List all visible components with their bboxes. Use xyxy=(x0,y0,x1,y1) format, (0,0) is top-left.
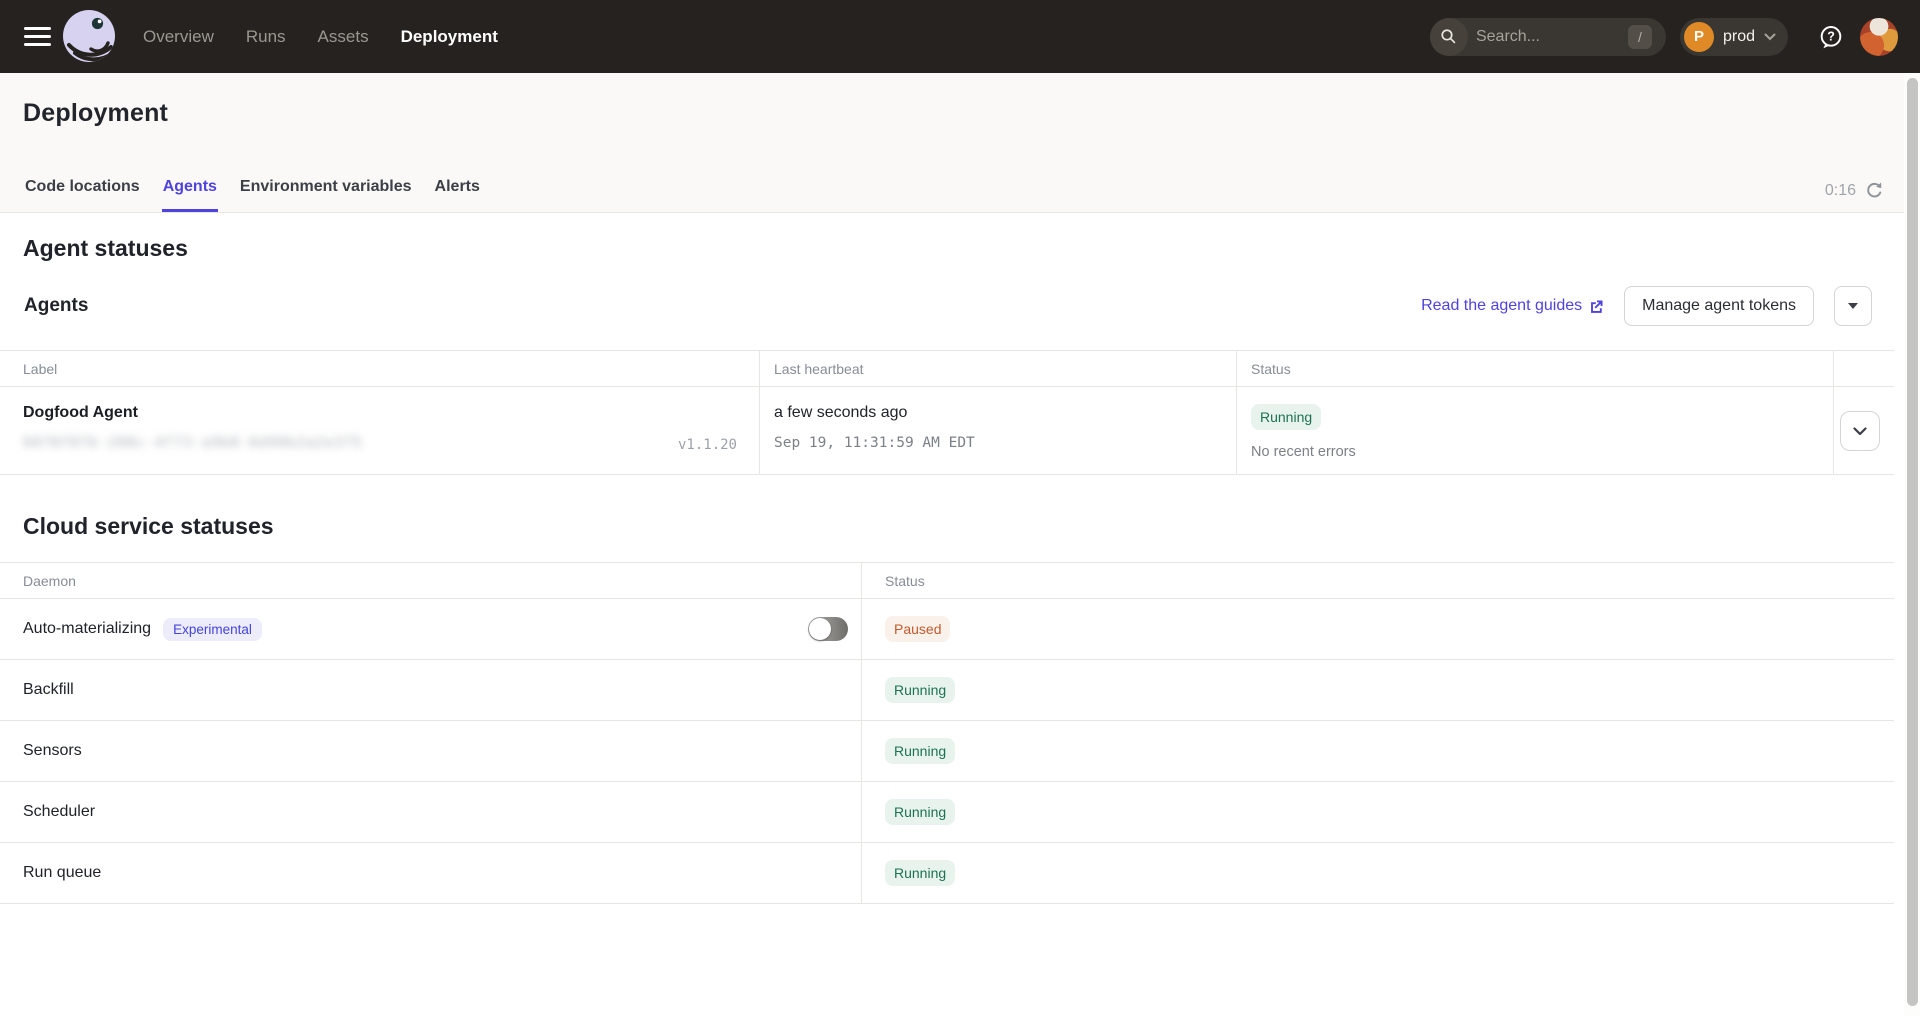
tab-environment-variables[interactable]: Environment variables xyxy=(239,178,413,212)
agent-name: Dogfood Agent xyxy=(23,404,759,422)
manage-agent-tokens-button[interactable]: Manage agent tokens xyxy=(1624,286,1814,326)
daemon-cell: Backfill xyxy=(0,660,861,720)
col-last-heartbeat: Last heartbeat xyxy=(759,351,1236,386)
agent-guides-link-label: Read the agent guides xyxy=(1421,297,1582,315)
experimental-badge: Experimental xyxy=(163,618,262,641)
agents-more-menu-button[interactable] xyxy=(1834,286,1872,326)
deployment-initial-badge: P xyxy=(1684,22,1714,52)
expand-agent-row-button[interactable] xyxy=(1840,411,1880,451)
cloud-table-header: Daemon Status xyxy=(0,562,1894,599)
daemon-name: Scheduler xyxy=(23,803,95,821)
agents-table-header: Label Last heartbeat Status xyxy=(0,350,1894,387)
page-header: Deployment Code locations Agents Environ… xyxy=(0,73,1920,213)
status-badge: Running xyxy=(885,799,955,825)
svg-text:?: ? xyxy=(1827,29,1835,43)
scrollbar-thumb[interactable] xyxy=(1907,78,1918,1006)
col-expand xyxy=(1833,351,1894,386)
deployment-switcher-label: prod xyxy=(1723,28,1755,46)
search-box[interactable]: / xyxy=(1430,18,1666,56)
cloud-row-sensors: Sensors Running xyxy=(0,721,1894,782)
daemon-cell: Scheduler xyxy=(0,782,861,842)
status-badge: Running xyxy=(885,860,955,886)
daemon-cell: Auto-materializing Experimental xyxy=(0,599,861,659)
agent-guides-link[interactable]: Read the agent guides xyxy=(1421,297,1604,315)
status-badge: Running xyxy=(885,677,955,703)
daemon-name: Sensors xyxy=(23,742,82,760)
help-icon[interactable]: ? xyxy=(1818,24,1844,50)
cloud-service-statuses-heading: Cloud service statuses xyxy=(0,475,1920,540)
daemon-cell: Run queue xyxy=(0,843,861,903)
agent-status-cell: Running No recent errors xyxy=(1236,387,1833,474)
status-cell: Running xyxy=(861,843,1894,903)
search-icon xyxy=(1430,18,1468,56)
agent-statuses-heading: Agent statuses xyxy=(0,213,1920,262)
tab-bar: Code locations Agents Environment variab… xyxy=(24,178,481,212)
tab-agents[interactable]: Agents xyxy=(162,178,218,212)
top-nav: Overview Runs Assets Deployment / P prod… xyxy=(0,0,1920,73)
auto-materializing-toggle[interactable] xyxy=(808,617,848,641)
nav-item-overview[interactable]: Overview xyxy=(143,27,214,47)
nav-item-runs[interactable]: Runs xyxy=(246,27,286,47)
chevron-down-icon xyxy=(1764,33,1776,41)
status-cell: Running xyxy=(861,782,1894,842)
daemon-name: Auto-materializing xyxy=(23,620,151,638)
nav-item-deployment[interactable]: Deployment xyxy=(401,27,498,47)
agent-id-redacted: 6078f07b-208c-4f73-a9b8-0d90b2a2e375 xyxy=(23,435,759,451)
cloud-row-run-queue: Run queue Running xyxy=(0,843,1894,904)
deployment-switcher[interactable]: P prod xyxy=(1680,18,1788,56)
agent-heartbeat-cell: a few seconds ago Sep 19, 11:31:59 AM ED… xyxy=(759,387,1236,474)
refresh-icon[interactable] xyxy=(1865,181,1884,200)
status-badge: Running xyxy=(885,738,955,764)
cloud-row-scheduler: Scheduler Running xyxy=(0,782,1894,843)
refresh-zone: 0:16 xyxy=(1825,181,1884,200)
page-title: Deployment xyxy=(0,73,1920,128)
vertical-scrollbar[interactable] xyxy=(1904,73,1920,1016)
external-link-icon xyxy=(1589,299,1604,314)
status-cell: Paused xyxy=(861,599,1894,659)
daemon-cell: Sensors xyxy=(0,721,861,781)
agents-table: Label Last heartbeat Status Dogfood Agen… xyxy=(0,350,1894,475)
status-cell: Running xyxy=(861,660,1894,720)
refresh-timer: 0:16 xyxy=(1825,182,1856,200)
agent-expand-cell xyxy=(1833,387,1894,474)
agent-version: v1.1.20 xyxy=(678,437,737,453)
nav-item-assets[interactable]: Assets xyxy=(318,27,369,47)
col-status: Status xyxy=(861,563,1894,598)
col-daemon: Daemon xyxy=(0,563,861,598)
primary-nav: Overview Runs Assets Deployment xyxy=(143,27,498,47)
agents-subheading: Agents xyxy=(24,295,88,317)
cloud-services-table: Daemon Status Auto-materializing Experim… xyxy=(0,562,1894,904)
main-content: Agent statuses Agents Read the agent gui… xyxy=(0,213,1920,904)
user-avatar[interactable] xyxy=(1860,18,1898,56)
agents-toolbar: Agents Read the agent guides Manage agen… xyxy=(0,262,1920,326)
hamburger-icon[interactable] xyxy=(24,27,51,46)
caret-down-icon xyxy=(1848,303,1858,309)
search-shortcut-key: / xyxy=(1628,25,1652,49)
status-badge: Running xyxy=(1251,404,1321,430)
agent-row: Dogfood Agent 6078f07b-208c-4f73-a9b8-0d… xyxy=(0,387,1894,475)
no-recent-errors-text: No recent errors xyxy=(1251,444,1833,460)
tab-code-locations[interactable]: Code locations xyxy=(24,178,141,212)
col-status: Status xyxy=(1236,351,1833,386)
daemon-name: Run queue xyxy=(23,864,101,882)
heartbeat-relative: a few seconds ago xyxy=(774,404,1236,422)
heartbeat-timestamp: Sep 19, 11:31:59 AM EDT xyxy=(774,435,1236,451)
toggle-knob xyxy=(809,618,831,640)
status-cell: Running xyxy=(861,721,1894,781)
agents-controls: Read the agent guides Manage agent token… xyxy=(1421,286,1872,326)
tab-alerts[interactable]: Alerts xyxy=(434,178,481,212)
status-badge: Paused xyxy=(885,616,950,642)
agent-label-cell: Dogfood Agent 6078f07b-208c-4f73-a9b8-0d… xyxy=(0,387,759,474)
col-label: Label xyxy=(0,351,759,386)
daemon-name: Backfill xyxy=(23,681,74,699)
search-input[interactable] xyxy=(1476,28,1606,46)
chevron-down-icon xyxy=(1853,427,1867,436)
cloud-row-backfill: Backfill Running xyxy=(0,660,1894,721)
dagster-octopus-logo[interactable] xyxy=(61,9,117,65)
cloud-row-auto-materializing: Auto-materializing Experimental Paused xyxy=(0,599,1894,660)
